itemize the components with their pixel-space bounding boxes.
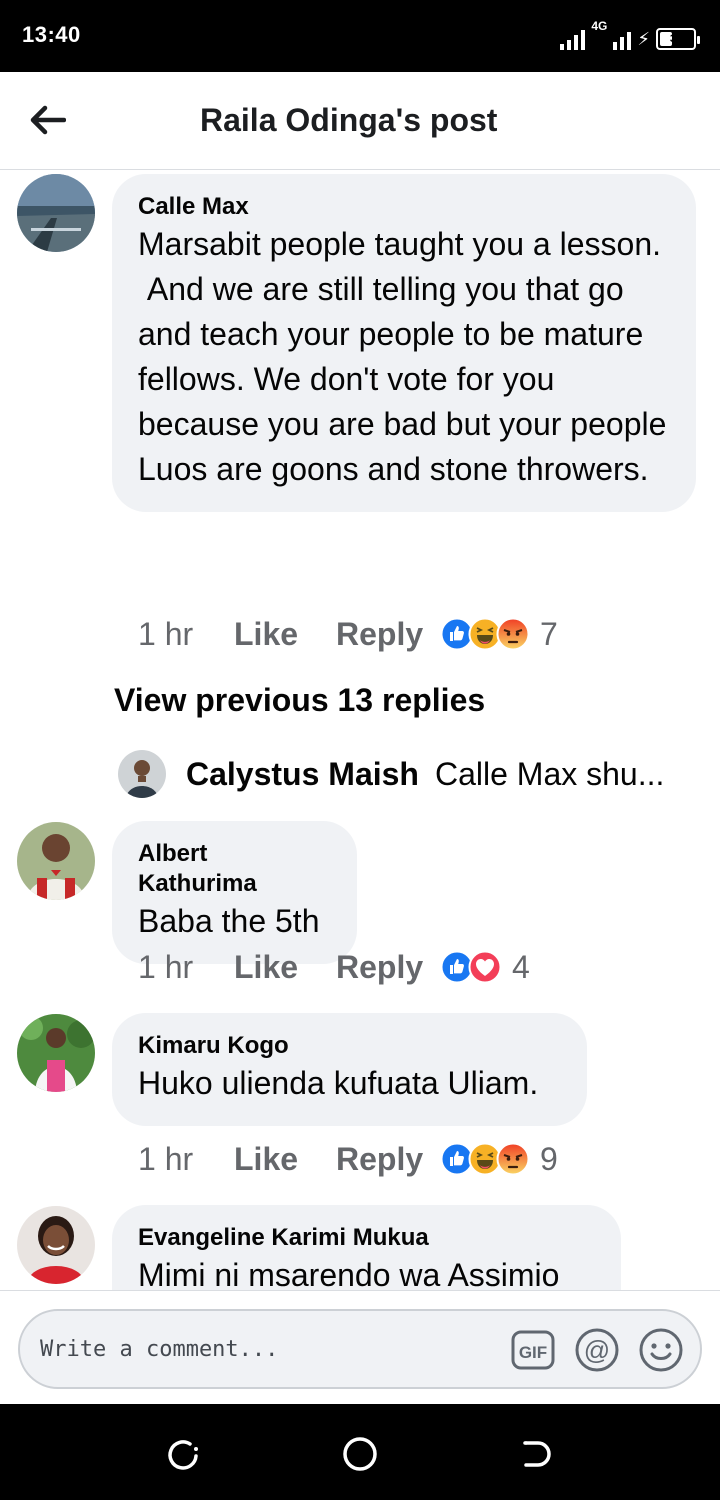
- network-type: 4G: [591, 19, 608, 33]
- reactions-summary[interactable]: [440, 950, 502, 984]
- back-arrow-icon: [30, 105, 66, 135]
- reactions-summary[interactable]: [440, 1142, 530, 1176]
- comment-time[interactable]: 1 hr: [138, 616, 234, 653]
- home-icon: [343, 1437, 377, 1471]
- love-reaction-icon: [468, 950, 502, 984]
- comment-actions: 1 hr Like Reply 9: [138, 1137, 558, 1181]
- avatar-evangeline-karimi-mukua[interactable]: [17, 1206, 95, 1284]
- reply-preview-author[interactable]: Calystus Maish: [186, 756, 419, 793]
- angry-reaction-icon: [496, 1142, 530, 1176]
- comment-author[interactable]: Albert Kathurima: [138, 839, 331, 899]
- comment-author[interactable]: Evangeline Karimi Mukua: [138, 1223, 595, 1253]
- system-nav-bar: [0, 1404, 720, 1500]
- comment-actions: 1 hr Like Reply 7: [138, 612, 558, 656]
- comment-composer-bar: GIF @: [0, 1290, 720, 1404]
- comment-time[interactable]: 1 hr: [138, 1141, 234, 1178]
- avatar-image: [17, 1206, 95, 1284]
- comment-composer[interactable]: GIF @: [18, 1309, 702, 1389]
- status-bar: 13:40 4G ⚡ 39: [0, 0, 720, 72]
- signal-icon-secondary: [613, 26, 632, 50]
- comment-time[interactable]: 1 hr: [138, 949, 234, 986]
- gif-label: GIF: [519, 1343, 547, 1362]
- recent-apps-icon: [168, 1440, 198, 1470]
- avatar-image: [17, 822, 95, 900]
- reactions-summary[interactable]: [440, 617, 530, 651]
- comment-actions: 1 hr Like Reply 4: [138, 945, 530, 989]
- reply-button[interactable]: Reply: [336, 1141, 440, 1178]
- view-previous-replies[interactable]: View previous 13 replies: [114, 682, 485, 719]
- back-button[interactable]: [22, 94, 74, 146]
- mention-icon: @: [575, 1328, 619, 1372]
- battery-text: 39: [669, 33, 683, 45]
- gif-icon: GIF: [511, 1330, 555, 1370]
- comment-text: Huko ulienda kufuata Uliam.: [138, 1065, 539, 1101]
- like-button[interactable]: Like: [234, 949, 336, 986]
- back-nav-icon: [523, 1441, 551, 1467]
- signal-icon: [560, 26, 586, 50]
- like-button[interactable]: Like: [234, 1141, 336, 1178]
- avatar-image: [17, 174, 95, 252]
- page-title: Raila Odinga's post: [200, 102, 498, 138]
- comment-text: Baba the 5th: [138, 903, 320, 939]
- status-icons: 4G ⚡ 39: [560, 19, 700, 50]
- comment-author[interactable]: Calle Max: [138, 192, 670, 222]
- avatar-image: [17, 1014, 95, 1092]
- gif-button[interactable]: GIF: [510, 1327, 556, 1373]
- reply-button[interactable]: Reply: [336, 616, 440, 653]
- comment-bubble[interactable]: Albert Kathurima Baba the 5th: [112, 821, 357, 964]
- reply-preview[interactable]: Calystus Maish Calle Max shu...: [118, 748, 664, 800]
- comment-bubble[interactable]: Evangeline Karimi Mukua Mimi ni msarendo…: [112, 1205, 621, 1290]
- mention-button[interactable]: @: [574, 1327, 620, 1373]
- comments-feed[interactable]: Calle Max Marsabit people taught you a l…: [0, 170, 720, 1290]
- recent-apps-button[interactable]: [162, 1432, 206, 1476]
- avatar-calle-max[interactable]: [17, 174, 95, 252]
- reaction-count[interactable]: 7: [540, 616, 558, 653]
- app-header: Raila Odinga's post: [0, 72, 720, 170]
- charging-icon: ⚡: [637, 29, 650, 49]
- reply-button[interactable]: Reply: [336, 949, 440, 986]
- reply-preview-text: Calle Max shu...: [434, 755, 665, 792]
- svg-text:@: @: [584, 1335, 610, 1365]
- comment-text: Mimi ni msarendo wa Assimio: [138, 1257, 560, 1290]
- comment-bubble[interactable]: Kimaru Kogo Huko ulienda kufuata Uliam.: [112, 1013, 587, 1126]
- status-time: 13:40: [22, 22, 81, 47]
- avatar-image: [118, 750, 166, 798]
- emoji-button[interactable]: [638, 1327, 684, 1373]
- emoji-icon: [639, 1328, 683, 1372]
- reaction-count[interactable]: 4: [512, 949, 530, 986]
- avatar-kimaru-kogo[interactable]: [17, 1014, 95, 1092]
- comment-bubble[interactable]: Calle Max Marsabit people taught you a l…: [112, 174, 696, 512]
- comment-text: Marsabit people taught you a lesson. And…: [138, 226, 667, 487]
- avatar-calystus-maish[interactable]: [118, 750, 166, 798]
- avatar-albert-kathurima[interactable]: [17, 822, 95, 900]
- reaction-count[interactable]: 9: [540, 1141, 558, 1178]
- comment-input[interactable]: [40, 1325, 500, 1373]
- home-button[interactable]: [338, 1432, 382, 1476]
- like-button[interactable]: Like: [234, 616, 336, 653]
- comment-author[interactable]: Kimaru Kogo: [138, 1031, 561, 1061]
- battery-icon: 39: [656, 28, 700, 50]
- angry-reaction-icon: [496, 617, 530, 651]
- back-nav-button[interactable]: [514, 1432, 558, 1476]
